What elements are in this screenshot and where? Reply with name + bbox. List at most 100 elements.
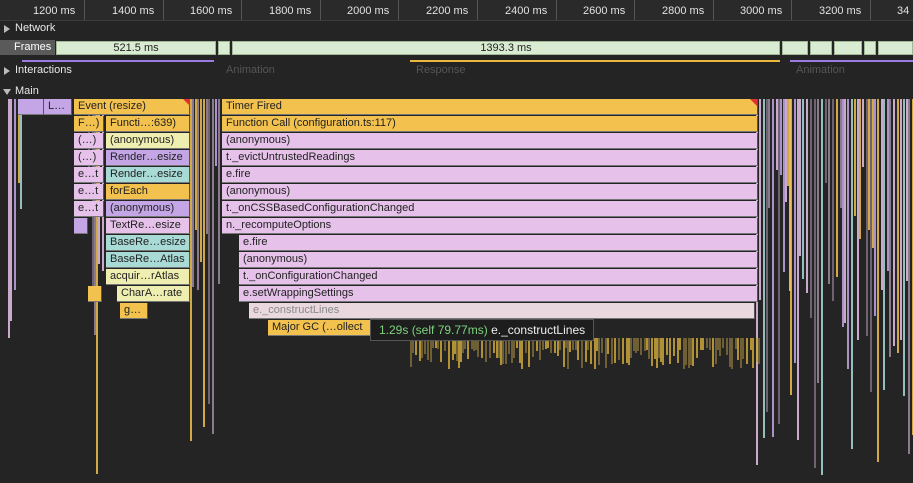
flame-event-construct-lines[interactable]: e._constructLines bbox=[249, 303, 755, 319]
flame-noise-stripe bbox=[640, 338, 642, 355]
event-label: e…t bbox=[78, 185, 99, 197]
collapse-arrow-icon[interactable] bbox=[3, 89, 11, 95]
flame-event[interactable]: (anonymous) bbox=[106, 133, 190, 149]
frame-bar[interactable]: 521.5 ms bbox=[56, 41, 216, 55]
flame-event[interactable]: e…t bbox=[74, 184, 104, 200]
flame-event[interactable]: t._onCSSBasedConfigurationChanged bbox=[222, 201, 758, 217]
flame-event[interactable]: e.fire bbox=[239, 235, 758, 251]
frame-bar[interactable] bbox=[218, 41, 230, 55]
flame-event-resize[interactable]: Event (resize) bbox=[74, 99, 190, 115]
event-label: BaseRe…Atlas bbox=[110, 253, 185, 265]
event-label: (anonymous) bbox=[226, 185, 291, 197]
flame-event[interactable]: e…t bbox=[74, 201, 104, 217]
flame-event[interactable] bbox=[74, 218, 88, 234]
flame-event[interactable]: BaseRe…esize bbox=[106, 235, 190, 251]
flame-event[interactable] bbox=[18, 99, 44, 115]
flame-noise-stripe bbox=[598, 338, 600, 365]
flame-event[interactable]: (…) bbox=[74, 150, 104, 166]
frame-bar[interactable] bbox=[878, 41, 913, 55]
flame-event[interactable]: (anonymous) bbox=[106, 201, 190, 217]
flame-event[interactable]: (anonymous) bbox=[222, 184, 758, 200]
flame-noise-stripe bbox=[669, 338, 671, 364]
flame-event-major-gc[interactable]: Major GC (…ollect bbox=[268, 320, 372, 336]
event-label: e.setWrappingSettings bbox=[243, 287, 354, 299]
frames-track-label[interactable]: Frames bbox=[0, 40, 55, 55]
flame-noise-stripe bbox=[502, 338, 504, 364]
main-track-label: Main bbox=[15, 85, 39, 97]
flame-event[interactable]: Render…esize bbox=[106, 167, 190, 183]
flame-event[interactable]: (anonymous) bbox=[222, 133, 758, 149]
flame-event[interactable]: BaseRe…Atlas bbox=[106, 252, 190, 268]
event-label: TextRe…esize bbox=[110, 219, 181, 231]
flame-event[interactable]: acquir…rAtlas bbox=[106, 269, 190, 285]
flame-event[interactable]: F…) bbox=[74, 116, 104, 132]
flame-event[interactable] bbox=[88, 286, 102, 302]
event-label: n._recomputeOptions bbox=[226, 219, 332, 231]
interaction-marker[interactable] bbox=[22, 60, 214, 62]
flame-noise-stripe bbox=[611, 338, 613, 364]
flame-noise-stripe bbox=[897, 99, 899, 353]
ruler-tick: 2000 ms bbox=[347, 5, 390, 17]
event-label: BaseRe…esize bbox=[110, 236, 186, 248]
flame-noise-stripe bbox=[601, 338, 603, 353]
flame-noise-stripe bbox=[874, 99, 876, 316]
flame-noise-stripe bbox=[780, 99, 782, 175]
tooltip-event-name: e._constructLines bbox=[491, 323, 586, 337]
flame-noise-stripe bbox=[577, 338, 579, 360]
flame-event[interactable]: forEach bbox=[106, 184, 190, 200]
flame-event[interactable]: e.setWrappingSettings bbox=[239, 286, 758, 302]
ruler-tick: 2400 ms bbox=[505, 5, 548, 17]
flame-event[interactable]: (anonymous) bbox=[239, 252, 758, 268]
flame-noise-stripe bbox=[722, 338, 724, 348]
flame-event[interactable]: Functi…:639) bbox=[106, 116, 190, 132]
time-ruler[interactable]: 1200 ms 1400 ms 1600 ms 1800 ms 2000 ms … bbox=[0, 0, 913, 21]
frame-bar[interactable] bbox=[782, 41, 808, 55]
flame-noise-stripe bbox=[630, 338, 632, 358]
flame-noise-stripe bbox=[208, 99, 210, 404]
flame-noise-stripe bbox=[825, 99, 827, 183]
expand-arrow-icon[interactable] bbox=[4, 25, 10, 33]
frame-bar[interactable] bbox=[834, 41, 862, 55]
flame-noise-stripe bbox=[489, 338, 491, 358]
expand-arrow-icon[interactable] bbox=[4, 67, 10, 75]
flame-event[interactable]: n._recomputeOptions bbox=[222, 218, 758, 234]
event-label: e.fire bbox=[226, 168, 251, 180]
flame-event[interactable]: t._onConfigurationChanged bbox=[239, 269, 758, 285]
frame-bar[interactable]: 1393.3 ms bbox=[232, 41, 780, 55]
flame-noise-stripe bbox=[614, 338, 616, 363]
event-label: (anonymous) bbox=[110, 134, 175, 146]
flame-noise-stripe bbox=[883, 99, 885, 390]
flame-event-function-call[interactable]: Function Call (configuration.ts:117) bbox=[222, 116, 758, 132]
flame-event-timer-fired[interactable]: Timer Fired bbox=[222, 99, 758, 115]
interaction-marker[interactable] bbox=[790, 60, 913, 62]
flame-noise-stripe bbox=[847, 99, 849, 369]
event-label: F…) bbox=[78, 117, 100, 129]
flame-noise-stripe bbox=[706, 338, 708, 348]
event-label: g… bbox=[124, 304, 142, 316]
flame-noise-stripe bbox=[673, 338, 675, 356]
flame-noise-stripe bbox=[607, 338, 609, 354]
flame-event[interactable]: CharA…rate bbox=[117, 286, 190, 302]
event-label: acquir…rAtlas bbox=[110, 270, 180, 282]
flame-noise-stripe bbox=[590, 338, 592, 364]
flame-noise-stripe bbox=[14, 99, 16, 290]
interaction-animation-label: Animation bbox=[796, 64, 845, 76]
flame-event[interactable]: g… bbox=[120, 303, 148, 319]
flame-noise-stripe bbox=[731, 338, 733, 369]
flame-event[interactable]: t._evictUntrustedReadings bbox=[222, 150, 758, 166]
flame-noise-stripe bbox=[763, 99, 765, 438]
flame-noise-stripe bbox=[440, 338, 442, 362]
flame-event[interactable]: e.fire bbox=[222, 167, 758, 183]
frame-bar[interactable] bbox=[810, 41, 832, 55]
frame-bar[interactable] bbox=[864, 41, 876, 55]
flame-event[interactable]: L… bbox=[44, 99, 72, 115]
network-track-header[interactable]: Network bbox=[0, 20, 913, 38]
flame-noise-stripe bbox=[726, 338, 728, 355]
flame-event[interactable]: (…) bbox=[74, 133, 104, 149]
flame-event[interactable]: Render…esize bbox=[106, 150, 190, 166]
interactions-track-label: Interactions bbox=[15, 64, 72, 76]
flame-event[interactable]: TextRe…esize bbox=[106, 218, 190, 234]
flame-event[interactable]: e…t bbox=[74, 167, 104, 183]
interaction-marker[interactable] bbox=[410, 60, 780, 62]
ruler-gridline bbox=[320, 0, 321, 20]
